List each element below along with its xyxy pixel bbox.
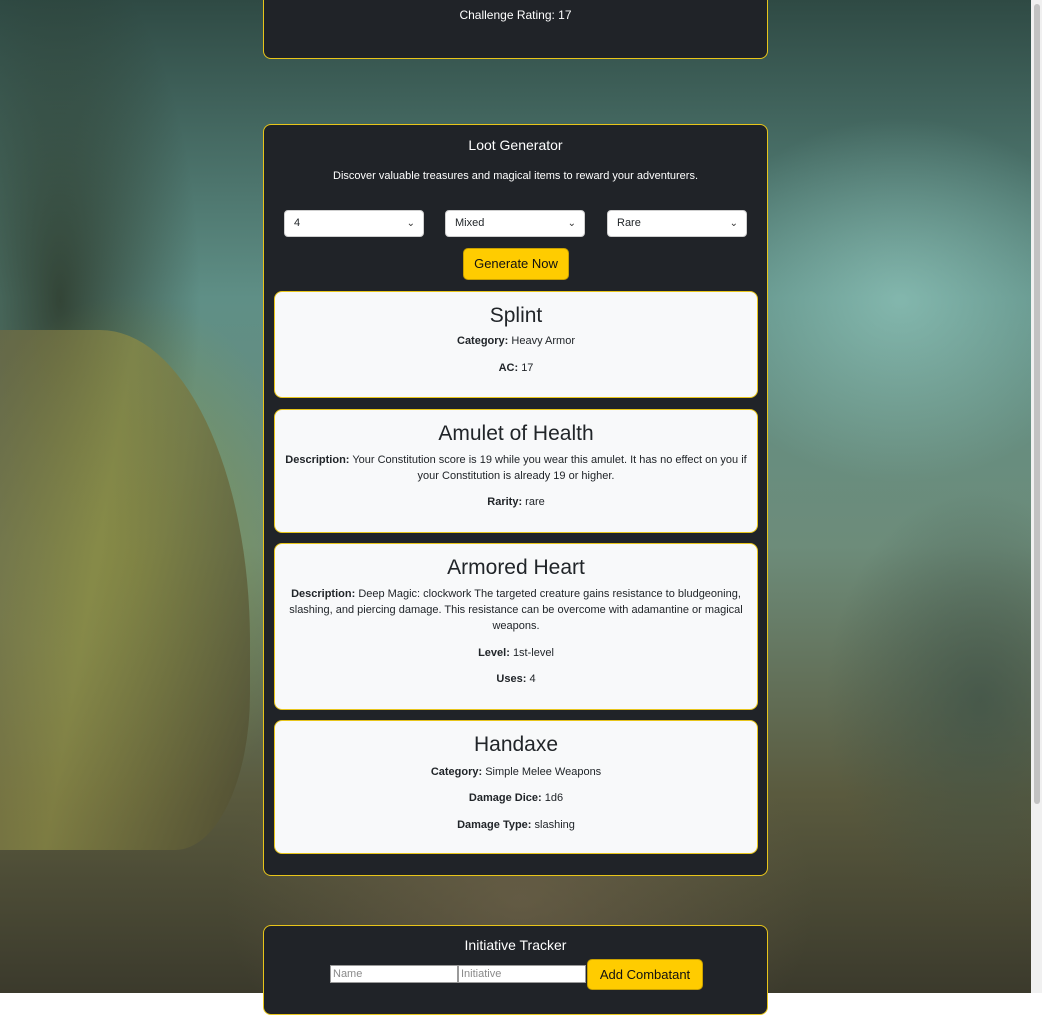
loot-item-detail: Category: Heavy Armor <box>457 335 575 347</box>
scrollbar-thumb[interactable] <box>1034 4 1040 804</box>
generate-now-button[interactable]: Generate Now <box>463 248 569 280</box>
item-count-select[interactable]: 4 ⌄ <box>284 210 424 237</box>
loot-item-card: Amulet of Health Description: Your Const… <box>274 409 758 533</box>
loot-item-detail: Description: Deep Magic: clockwork The t… <box>289 588 743 632</box>
loot-item-detail: Category: Simple Melee Weapons <box>430 766 602 778</box>
chevron-down-icon: ⌄ <box>406 218 415 229</box>
loot-generator-panel: Loot Generator Discover valuable treasur… <box>263 124 768 876</box>
initiative-tracker-title: Initiative Tracker <box>464 937 567 953</box>
loot-item-name: Handaxe <box>473 733 559 756</box>
loot-item-detail: Rarity: rare <box>487 496 545 508</box>
loot-item-name: Splint <box>489 304 543 327</box>
loot-item-detail: Damage Dice: 1d6 <box>468 792 564 804</box>
initiative-tracker-panel: Initiative Tracker Name Initiative Add C… <box>263 925 768 1015</box>
loot-item-detail: Damage Type: slashing <box>457 819 575 831</box>
rarity-select[interactable]: Rare ⌄ <box>607 210 747 237</box>
loot-item-detail: Description: Your Constitution score is … <box>285 454 747 482</box>
loot-item-card: Handaxe Category: Simple Melee Weapons D… <box>274 720 758 854</box>
loot-item-detail: Level: 1st-level <box>478 647 554 659</box>
item-type-value: Mixed <box>455 217 485 229</box>
item-count-value: 4 <box>294 217 301 229</box>
chevron-down-icon: ⌄ <box>729 218 738 229</box>
chevron-down-icon: ⌄ <box>567 218 576 229</box>
loot-item-card: Splint Category: Heavy Armor AC: 17 <box>274 291 758 398</box>
loot-item-detail: Uses: 4 <box>496 673 536 685</box>
loot-generator-title: Loot Generator <box>468 137 563 153</box>
monster-panel: Challenge Rating: 17 <box>263 0 768 59</box>
rarity-value: Rare <box>617 217 641 229</box>
add-combatant-button[interactable]: Add Combatant <box>587 959 703 990</box>
loot-item-detail: AC: 17 <box>498 362 534 374</box>
loot-item-name: Amulet of Health <box>438 422 594 445</box>
loot-generator-description: Discover valuable treasures and magical … <box>333 170 698 182</box>
item-type-select[interactable]: Mixed ⌄ <box>445 210 585 237</box>
loot-item-card: Armored Heart Description: Deep Magic: c… <box>274 543 758 710</box>
combatant-name-input[interactable]: Name <box>330 965 458 983</box>
loot-item-name: Armored Heart <box>447 556 585 579</box>
initiative-value-input[interactable]: Initiative <box>458 965 586 983</box>
challenge-rating: Challenge Rating: 17 <box>459 8 572 22</box>
